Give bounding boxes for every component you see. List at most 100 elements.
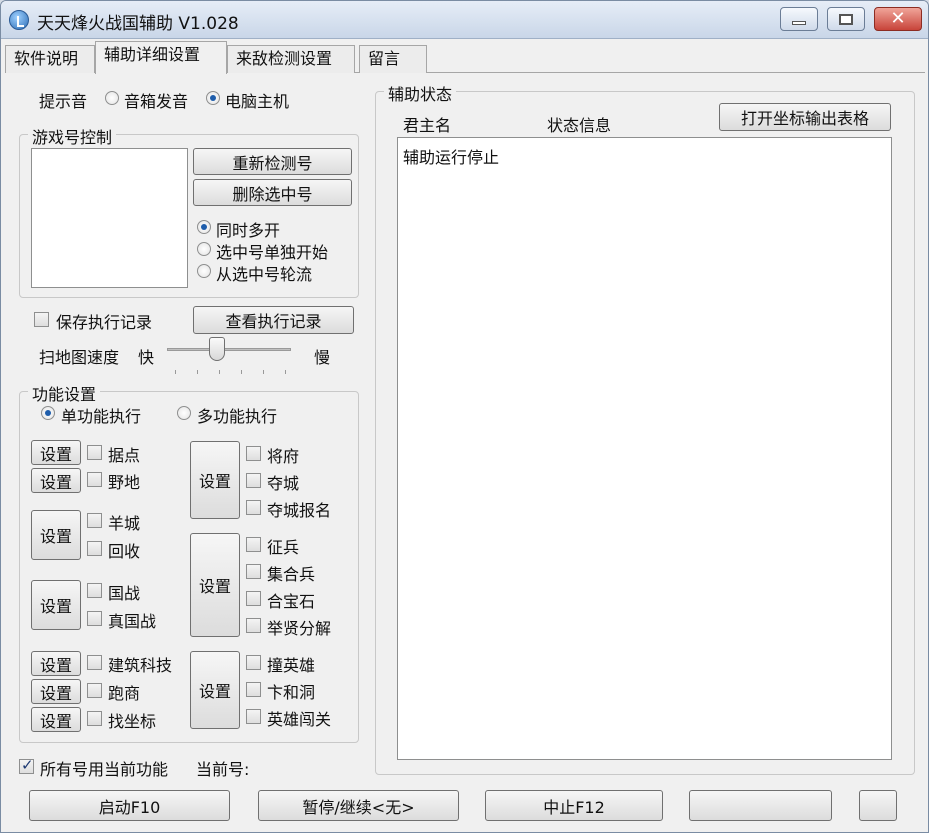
mode-multi-open-radio[interactable] [197, 220, 211, 234]
yedi-settings-button[interactable]: 设置 [31, 468, 81, 493]
mode-rotate-radio[interactable] [197, 264, 211, 278]
duochengbaoming-label[interactable]: 夺城报名 [267, 497, 331, 521]
all-accounts-label[interactable]: 所有号用当前功能 [40, 756, 168, 780]
col-lord-name: 君主名 [403, 116, 452, 135]
zhaozuobiao-checkbox[interactable] [87, 711, 102, 726]
tab-strip: 软件说明 辅助详细设置 来敌检测设置 留言 [5, 41, 925, 74]
sound-label: 提示音 [39, 92, 88, 111]
minimize-button[interactable] [780, 7, 818, 31]
mode-rotate-label[interactable]: 从选中号轮流 [216, 261, 312, 285]
zhuangyingxiong-checkbox[interactable] [246, 655, 261, 670]
paoshang-label[interactable]: 跑商 [108, 680, 140, 704]
zhengbing-label[interactable]: 征兵 [267, 534, 299, 558]
scan-speed-fast-label: 快 [138, 348, 155, 367]
open-coordinate-table-button[interactable]: 打开坐标输出表格 [719, 103, 891, 131]
sound-pc-radio[interactable] [206, 91, 220, 105]
zhuangyingxiong-label[interactable]: 撞英雄 [267, 652, 315, 676]
small-blank-button[interactable] [859, 790, 897, 821]
slider-tick [175, 370, 176, 374]
guozhan-checkbox[interactable] [87, 583, 102, 598]
status-title: 辅助状态 [384, 81, 457, 105]
jianzhu-settings-button[interactable]: 设置 [31, 651, 81, 676]
tab-enemy-detection[interactable]: 来敌检测设置 [227, 45, 355, 73]
sound-speaker-radio[interactable] [105, 91, 119, 105]
huishou-checkbox[interactable] [87, 541, 102, 556]
save-log-checkbox[interactable] [34, 312, 49, 327]
start-button[interactable]: 启动F10 [29, 790, 230, 821]
bianhedong-checkbox[interactable] [246, 682, 261, 697]
yingxiongchuangguan-label[interactable]: 英雄闯关 [267, 706, 331, 730]
yangcheng-settings-button[interactable]: 设置 [31, 510, 81, 560]
hebaoshi-checkbox[interactable] [246, 591, 261, 606]
guozhan-settings-button[interactable]: 设置 [31, 580, 81, 630]
zhengbing-checkbox[interactable] [246, 537, 261, 552]
recheck-accounts-button[interactable]: 重新检测号 [193, 148, 352, 175]
scan-speed-slider-track[interactable] [167, 348, 291, 351]
scan-speed-label: 扫地图速度 [39, 348, 120, 367]
duocheng-checkbox[interactable] [246, 473, 261, 488]
yangcheng-checkbox[interactable] [87, 513, 102, 528]
multi-function-label[interactable]: 多功能执行 [197, 403, 277, 427]
jianzhu-label[interactable]: 建筑科技 [108, 652, 172, 676]
duocheng-label[interactable]: 夺城 [267, 470, 299, 494]
account-list[interactable] [31, 148, 188, 288]
multi-function-radio[interactable] [177, 406, 191, 420]
jiangfu-checkbox[interactable] [246, 446, 261, 461]
hebaoshi-label[interactable]: 合宝石 [267, 588, 315, 612]
juxian-checkbox[interactable] [246, 618, 261, 633]
maximize-button[interactable] [827, 7, 865, 31]
zhaozuobiao-settings-button[interactable]: 设置 [31, 707, 81, 732]
zhenguozhan-checkbox[interactable] [87, 611, 102, 626]
mode-multi-open-label[interactable]: 同时多开 [216, 217, 280, 241]
tab-message[interactable]: 留言 [359, 45, 427, 73]
judian-settings-button[interactable]: 设置 [31, 440, 81, 465]
all-accounts-checkbox[interactable] [19, 756, 34, 774]
view-log-button[interactable]: 查看执行记录 [193, 306, 354, 334]
zhaozuobiao-label[interactable]: 找坐标 [108, 708, 156, 732]
status-message: 辅助运行停止 [403, 148, 500, 167]
tab-detailed-settings[interactable]: 辅助详细设置 [95, 41, 227, 74]
zhenguozhan-label[interactable]: 真国战 [108, 608, 156, 632]
yedi-label[interactable]: 野地 [108, 469, 140, 493]
single-function-radio[interactable] [41, 406, 55, 420]
title-bar: 天天烽火战国辅助 V1.028 ✕ [1, 1, 928, 39]
game-account-title: 游戏号控制 [28, 124, 117, 148]
jihebing-checkbox[interactable] [246, 564, 261, 579]
juxian-label[interactable]: 举贤分解 [267, 615, 331, 639]
jihebing-label[interactable]: 集合兵 [267, 561, 315, 585]
status-log-list[interactable]: 辅助运行停止 [397, 137, 892, 760]
slider-tick [197, 370, 198, 374]
blank-button[interactable] [689, 790, 832, 821]
delete-selected-button[interactable]: 删除选中号 [193, 179, 352, 206]
yedi-checkbox[interactable] [87, 472, 102, 487]
paoshang-settings-button[interactable]: 设置 [31, 679, 81, 704]
zhuangyingxiong-settings-button[interactable]: 设置 [190, 651, 240, 729]
slider-tick [285, 370, 286, 374]
judian-label[interactable]: 据点 [108, 442, 140, 466]
jiangfu-settings-button[interactable]: 设置 [190, 441, 240, 519]
single-function-label[interactable]: 单功能执行 [61, 403, 141, 427]
save-log-label[interactable]: 保存执行记录 [56, 309, 152, 333]
slider-tick [219, 370, 220, 374]
zhengbing-settings-button[interactable]: 设置 [190, 533, 240, 637]
guozhan-label[interactable]: 国战 [108, 580, 140, 604]
yingxiongchuangguan-checkbox[interactable] [246, 709, 261, 724]
pause-resume-button[interactable]: 暂停/继续<无> [258, 790, 459, 821]
stop-button[interactable]: 中止F12 [485, 790, 663, 821]
judian-checkbox[interactable] [87, 445, 102, 460]
sound-speaker-label[interactable]: 音箱发音 [124, 88, 188, 112]
scan-speed-slider-thumb[interactable] [209, 337, 225, 361]
close-button[interactable]: ✕ [874, 7, 922, 31]
mode-single-start-radio[interactable] [197, 242, 211, 256]
duochengbaoming-checkbox[interactable] [246, 500, 261, 515]
yangcheng-label[interactable]: 羊城 [108, 510, 140, 534]
bianhedong-label[interactable]: 卞和洞 [267, 679, 315, 703]
sound-pc-label[interactable]: 电脑主机 [225, 88, 289, 112]
mode-single-start-label[interactable]: 选中号单独开始 [216, 239, 328, 263]
jiangfu-label[interactable]: 将府 [267, 443, 299, 467]
tab-software-info[interactable]: 软件说明 [5, 45, 95, 73]
huishou-label[interactable]: 回收 [108, 538, 140, 562]
jianzhu-checkbox[interactable] [87, 655, 102, 670]
current-account-label: 当前号: [196, 760, 250, 779]
paoshang-checkbox[interactable] [87, 683, 102, 698]
